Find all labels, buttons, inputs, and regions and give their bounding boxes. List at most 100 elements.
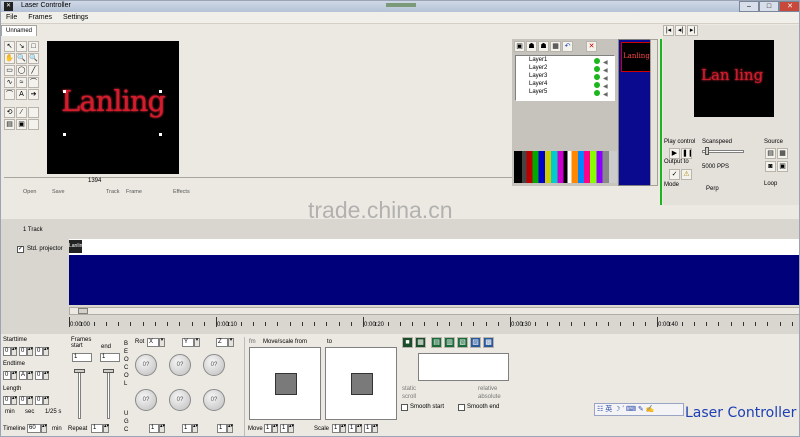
- scrollbar-thumb[interactable]: [78, 308, 88, 314]
- nav-next-icon[interactable]: ▸|: [687, 25, 698, 36]
- maximize-button[interactable]: □: [759, 1, 779, 12]
- tool-4-1-icon[interactable]: A: [16, 89, 27, 100]
- drawing-canvas[interactable]: Lanling: [47, 41, 179, 174]
- number-input[interactable]: 0: [35, 347, 43, 356]
- track-label[interactable]: Track: [106, 189, 120, 195]
- number-input[interactable]: A: [19, 371, 27, 380]
- layer-row[interactable]: Layer2 ◀: [516, 65, 614, 74]
- number-input[interactable]: 0: [3, 347, 11, 356]
- frames-start-input[interactable]: 1: [72, 353, 92, 362]
- rotation-knob[interactable]: 0?: [135, 354, 157, 376]
- number-spinner[interactable]: ▴▾: [27, 371, 33, 380]
- number-input[interactable]: 0: [19, 396, 27, 405]
- panel-divider[interactable]: [660, 39, 662, 205]
- effect-6-icon[interactable]: ▨: [470, 337, 481, 348]
- effect-2-icon[interactable]: ▦: [415, 337, 426, 348]
- tool-3-2-icon[interactable]: ⌒: [28, 77, 39, 88]
- layer-visible-icon[interactable]: [594, 58, 600, 64]
- relative-option[interactable]: relative: [478, 386, 497, 392]
- number-spinner[interactable]: ▴▾: [356, 424, 362, 433]
- delete-layer-icon[interactable]: ✕: [586, 41, 597, 52]
- from-position-box[interactable]: [249, 347, 321, 420]
- selection-handle[interactable]: [63, 133, 66, 136]
- open-label[interactable]: Open: [23, 189, 36, 195]
- number-input[interactable]: 1: [280, 424, 288, 433]
- smooth-end-checkbox[interactable]: [458, 404, 465, 411]
- tool-1-2-icon[interactable]: 🔍: [28, 53, 39, 64]
- layer-row[interactable]: Layer5 ◀: [516, 89, 614, 98]
- layer-row[interactable]: Layer1 ◀: [516, 57, 614, 66]
- absolute-option[interactable]: absolute: [478, 394, 501, 400]
- number-spinner[interactable]: ▴▾: [159, 424, 165, 433]
- static-option[interactable]: static: [402, 386, 416, 392]
- effect-1-icon[interactable]: ■: [402, 337, 413, 348]
- effect-4-icon[interactable]: ▥: [444, 337, 455, 348]
- rot-y-select[interactable]: Y: [182, 338, 194, 347]
- tool-3-0-icon[interactable]: ∿: [4, 77, 15, 88]
- minimize-button[interactable]: –: [739, 1, 759, 12]
- tool-2-1-icon[interactable]: ◯: [16, 65, 27, 76]
- number-input[interactable]: 1: [182, 424, 192, 433]
- rot-x-dropdown[interactable]: ▾: [159, 338, 165, 347]
- undo-icon[interactable]: ↶: [562, 41, 573, 52]
- rotation-knob[interactable]: 0?: [203, 354, 225, 376]
- layer-link-icon[interactable]: ▦: [550, 41, 561, 52]
- number-input[interactable]: 1: [217, 424, 227, 433]
- layer-visible-icon[interactable]: [594, 90, 600, 96]
- tool-5-1-icon[interactable]: ⁄: [16, 107, 27, 118]
- tool-4-2-icon[interactable]: ➔: [28, 89, 39, 100]
- effects-label[interactable]: Effects: [173, 189, 190, 195]
- tool-6-1-icon[interactable]: ▣: [16, 119, 27, 130]
- source-3-icon[interactable]: ◙: [765, 161, 776, 172]
- frames-start-slider[interactable]: [78, 369, 81, 419]
- number-spinner[interactable]: ▴▾: [11, 396, 17, 405]
- play-icon[interactable]: ▶: [669, 148, 680, 159]
- number-spinner[interactable]: ▴▾: [192, 424, 198, 433]
- number-input[interactable]: 1: [264, 424, 272, 433]
- frames-start-thumb[interactable]: [74, 369, 85, 373]
- number-spinner[interactable]: ▴▾: [43, 396, 49, 405]
- effect-preview-box[interactable]: [418, 353, 509, 381]
- number-spinner[interactable]: ▴▾: [340, 424, 346, 433]
- layer-row[interactable]: Layer4 ◀: [516, 81, 614, 90]
- layer-speaker-icon[interactable]: ◀: [603, 91, 608, 98]
- frame-strip-scrollbar[interactable]: [650, 39, 658, 186]
- frame-label[interactable]: Frame: [126, 189, 142, 195]
- number-spinner[interactable]: ▴▾: [288, 424, 294, 433]
- layer-visible-icon[interactable]: [594, 82, 600, 88]
- rotation-knob[interactable]: 0?: [169, 389, 191, 411]
- source-1-icon[interactable]: ▤: [765, 148, 776, 159]
- rot-z-dropdown[interactable]: ▾: [228, 338, 234, 347]
- number-spinner[interactable]: ▴▾: [272, 424, 278, 433]
- tool-0-1-icon[interactable]: ↘: [16, 41, 27, 52]
- selection-handle[interactable]: [159, 90, 162, 93]
- tool-3-1-icon[interactable]: ≈: [16, 77, 27, 88]
- tool-1-1-icon[interactable]: 🔍: [16, 53, 27, 64]
- tool-2-2-icon[interactable]: ╱: [28, 65, 39, 76]
- layer-people-icon[interactable]: ☗: [526, 41, 537, 52]
- color-palette[interactable]: [514, 151, 617, 183]
- effect-5-icon[interactable]: ▧: [457, 337, 468, 348]
- number-spinner[interactable]: ▴▾: [11, 347, 17, 356]
- tool-2-0-icon[interactable]: ▭: [4, 65, 15, 76]
- menu-file[interactable]: File: [6, 14, 17, 21]
- track-enable-checkbox[interactable]: ✓: [17, 246, 24, 253]
- number-input[interactable]: 0: [35, 371, 43, 380]
- number-spinner[interactable]: ▴▾: [27, 396, 33, 405]
- timeline-scrollbar[interactable]: [69, 307, 799, 315]
- number-spinner[interactable]: ▴▾: [11, 371, 17, 380]
- save-label[interactable]: Save: [52, 189, 65, 195]
- effect-7-icon[interactable]: ▩: [483, 337, 494, 348]
- output-check-icon[interactable]: ✓: [669, 169, 680, 180]
- tool-0-0-icon[interactable]: ↖: [4, 41, 15, 52]
- number-spinner[interactable]: ▴▾: [227, 424, 233, 433]
- timeline-track[interactable]: [69, 255, 799, 305]
- timeline-length-input[interactable]: 60: [27, 424, 41, 433]
- number-input[interactable]: 0: [19, 347, 27, 356]
- layer-visible-icon[interactable]: [594, 66, 600, 72]
- number-input[interactable]: 1: [348, 424, 356, 433]
- nav-first-icon[interactable]: |◂: [663, 25, 674, 36]
- scroll-option[interactable]: scroll: [402, 394, 416, 400]
- pause-icon[interactable]: ❚❚: [681, 148, 692, 159]
- number-spinner[interactable]: ▴▾: [43, 347, 49, 356]
